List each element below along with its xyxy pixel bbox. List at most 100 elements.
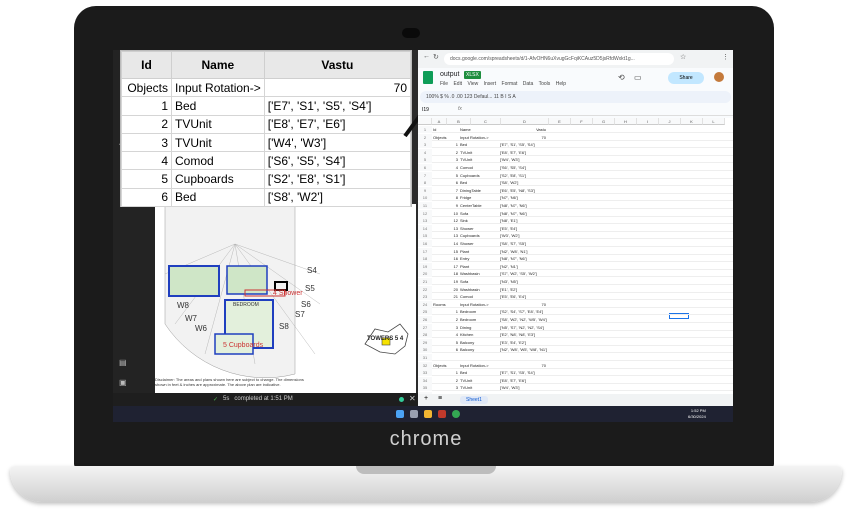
table-row[interactable]: 7 5 Cupboards ['S2', 'E8', 'S1'] [418,171,733,179]
table-row[interactable]: 3 1 Bed ['E7', 'S1', 'S5', 'S4'] [418,141,733,149]
row-number[interactable]: 27 [418,323,432,331]
add-sheet-icon[interactable]: + [424,395,428,402]
row-number[interactable]: 5 [418,156,432,164]
table-row[interactable]: 20 18 Washbasin ['S7', 'W2', 'S5', 'W2'] [418,270,733,278]
table-row[interactable]: 34 2 TVUnit ['E8', 'E7', 'E6'] [418,376,733,384]
table-row[interactable]: 16 14 Shower ['S8', 'S7', 'S5'] [418,240,733,247]
column-header[interactable]: L [703,118,725,125]
row-number[interactable]: 26 [418,316,432,323]
table-row[interactable]: 8 6 Bed ['S8', 'W2'] [418,179,733,187]
row-number[interactable]: 20 [418,270,432,278]
spreadsheet-grid[interactable]: A B C D E F G H I J K L 1 Id Name Vastu 2 Objects Input Ro… [418,118,733,394]
table-row[interactable]: 13 12 Sink ['N8', 'E1'] [418,217,733,225]
column-header[interactable]: G [593,118,615,125]
row-number[interactable]: 6 [418,164,432,171]
row-number[interactable]: 30 [418,346,432,354]
row-number[interactable]: 35 [418,384,432,392]
table-row[interactable]: 23 21 Comod ['E5', 'E6', 'E4'] [418,293,733,301]
terminal-icon[interactable]: ▣ [119,378,127,387]
table-row[interactable]: 29 5 Balcony ['E3', 'E4', 'E2'] [418,338,733,346]
column-header[interactable]: B [447,118,471,125]
back-icon[interactable]: ← [423,53,430,60]
table-row[interactable]: 31 [418,354,733,361]
comment-icon[interactable]: ▭ [634,73,642,82]
table-row[interactable]: 18 16 Entry ['N8', 'N7', 'N6'] [418,255,733,263]
column-header[interactable]: K [681,118,703,125]
table-row[interactable]: 28 4 Kitchen ['E2', 'N8', 'N8', 'E3'] [418,331,733,339]
menu-help[interactable]: Help [556,81,566,87]
column-header[interactable]: A [432,118,447,125]
close-icon[interactable]: ✕ [409,394,416,403]
column-header[interactable]: I [637,118,659,125]
menu-edit[interactable]: Edit [453,81,462,87]
table-row[interactable]: 4 2 TVUnit ['E8', 'E7', 'E6'] [418,148,733,156]
folder-icon[interactable] [424,410,432,418]
menu-insert[interactable]: Insert [484,81,497,87]
tab-sheet1[interactable]: Sheet1 [460,396,488,404]
table-row[interactable]: 32 Objects Input Rotation-> 70 [418,361,733,369]
table-row[interactable]: 14 13 Shower ['E5', 'E4'] [418,224,733,232]
column-header[interactable]: D [501,118,549,125]
table-row[interactable]: 17 15 Plant ['N2', 'W8', 'N1'] [418,247,733,255]
chrome-icon[interactable] [452,410,460,418]
table-row[interactable]: 15 13 Cupboards ['W3', 'W2'] [418,232,733,240]
row-number[interactable]: 7 [418,171,432,179]
row-number[interactable]: 28 [418,331,432,339]
share-button[interactable]: Share [668,72,704,84]
row-number[interactable]: 23 [418,293,432,301]
table-row[interactable]: 26 2 Bedroom ['S8', 'W2', 'N2', 'W5', 'W4'] [418,316,733,323]
app-icon[interactable] [438,410,446,418]
row-number[interactable]: 16 [418,240,432,247]
row-number[interactable]: 33 [418,369,432,377]
menu-tools[interactable]: Tools [539,81,551,87]
row-number[interactable]: 14 [418,224,432,232]
table-row[interactable]: 21 19 Sofa ['N3', 'N5'] [418,278,733,285]
avatar[interactable] [714,72,724,82]
table-row[interactable]: 5 3 TVUnit ['W4', 'W3'] [418,156,733,164]
sheets-logo-icon[interactable] [423,71,433,84]
row-number[interactable]: 4 [418,148,432,156]
column-header[interactable]: C [471,118,501,125]
table-row[interactable]: 6 4 Comod ['S6', 'S5', 'S4'] [418,164,733,171]
table-row[interactable]: 25 1 Bedroom ['S2', 'S4', 'S7', 'E8', 'E4'] [418,308,733,316]
row-number[interactable]: 10 [418,194,432,202]
table-row[interactable]: 27 3 Dining ['N5', 'S7', 'N2', 'N2', 'S4'] [418,323,733,331]
row-number[interactable]: 13 [418,217,432,225]
row-number[interactable]: 15 [418,232,432,240]
row-number[interactable]: 19 [418,262,432,270]
row-number[interactable]: 31 [418,354,432,361]
table-row[interactable]: 2 Objects Input Rotation-> 70 [418,133,733,141]
panel-icon[interactable]: ▤ [119,358,127,367]
row-number[interactable]: 24 [418,300,432,308]
menu-view[interactable]: View [467,81,478,87]
row-number[interactable]: 32 [418,361,432,369]
row-number[interactable]: 8 [418,179,432,187]
taskbar-clock[interactable]: 1:52 PM 6/30/2024 [688,408,706,420]
table-row[interactable]: 1 Id Name Vastu [418,126,733,133]
table-row[interactable]: 24 Rooms Input Rotation-> 70 [418,300,733,308]
menu-file[interactable]: File [440,81,448,87]
table-row[interactable]: 19 17 Plant ['N2', 'N1'] [418,262,733,270]
start-icon[interactable] [396,410,404,418]
row-number[interactable]: 21 [418,278,432,285]
table-row[interactable]: 33 1 Bed ['E7', 'S1', 'S5', 'S4'] [418,369,733,377]
column-header[interactable]: F [571,118,593,125]
all-sheets-icon[interactable]: ≡ [438,395,442,402]
document-title[interactable]: output [440,71,459,78]
star-icon[interactable]: ☆ [680,53,686,61]
row-number[interactable]: 34 [418,376,432,384]
column-header[interactable]: J [659,118,681,125]
table-row[interactable]: 35 3 TVUnit ['W4', 'W3'] [418,384,733,392]
table-row[interactable]: 22 20 Washbasin ['E1', 'E2'] [418,285,733,293]
menu-format[interactable]: Format [502,81,518,87]
row-number[interactable]: 29 [418,338,432,346]
row-number[interactable]: 3 [418,141,432,149]
table-row[interactable]: 12 10 Sofa ['N8', 'N7', 'N6'] [418,209,733,217]
row-number[interactable]: 9 [418,186,432,194]
table-row[interactable]: 9 7 DiningTable ['E6', 'E5', 'N8', 'S3'] [418,186,733,194]
row-number[interactable]: 18 [418,255,432,263]
table-row[interactable]: 30 6 Balcony ['N2', 'W8', 'W5', 'W8', 'N1'] [418,346,733,354]
history-icon[interactable]: ⟲ [618,73,625,82]
row-number[interactable]: 2 [418,133,432,141]
row-number[interactable]: 17 [418,247,432,255]
